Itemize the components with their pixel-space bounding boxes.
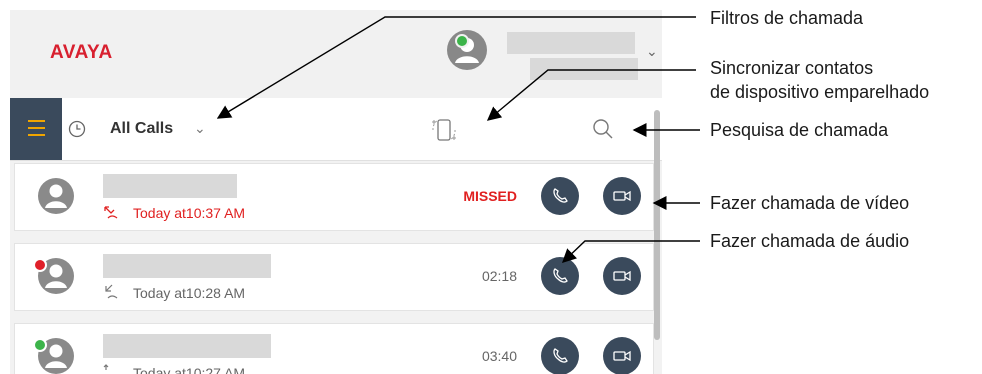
callout-filters-line	[216, 16, 696, 119]
callout-audio-label: Fazer chamada de áudio	[710, 231, 910, 251]
callout-arrows	[216, 16, 700, 263]
callout-filters-label: Filtros de chamada	[710, 8, 864, 28]
callout-sync-label-line1: Sincronizar contatos	[710, 58, 874, 78]
callout-audio-line	[561, 240, 700, 263]
callout-sync-label-line2: de dispositivo emparelhado	[710, 82, 930, 102]
callout-sync-line	[486, 69, 696, 121]
callout-search-label: Pesquisa de chamada	[710, 120, 889, 140]
callout-video-label: Fazer chamada de vídeo	[710, 193, 910, 213]
